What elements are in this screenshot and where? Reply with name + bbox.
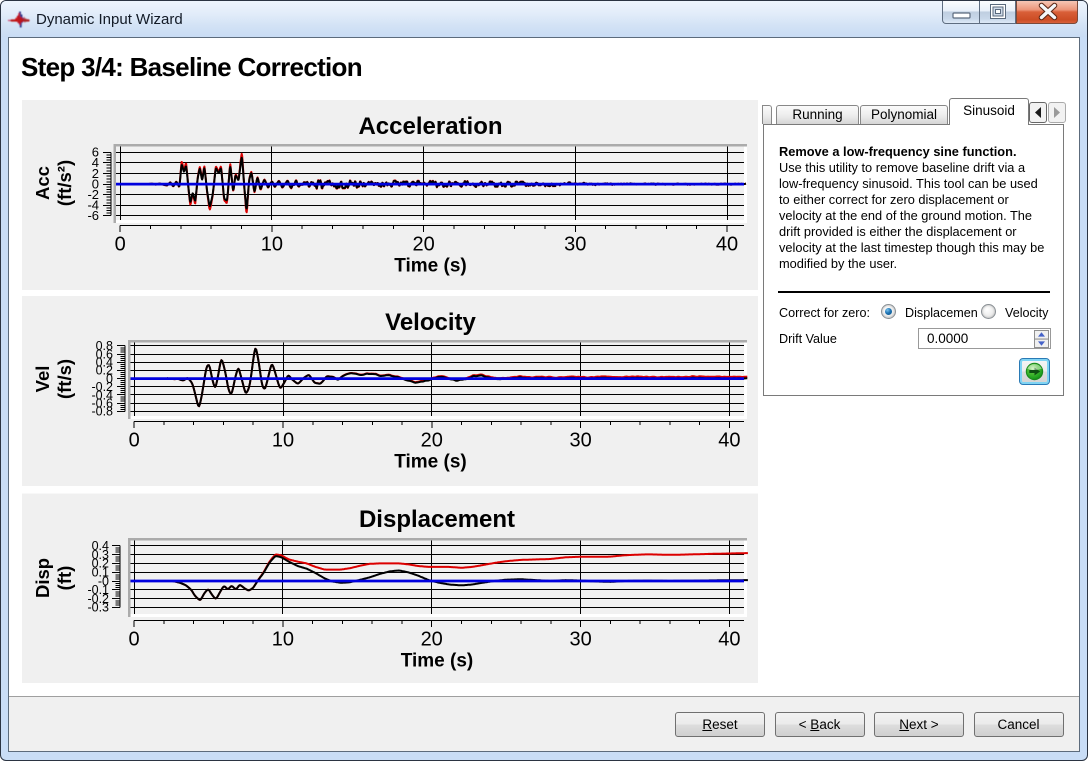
svg-text:30: 30 (569, 430, 591, 452)
svg-text:10: 10 (261, 234, 283, 256)
svg-text:30: 30 (569, 629, 591, 651)
svg-text:40: 40 (718, 430, 740, 452)
svg-text:Time (s): Time (s) (401, 651, 474, 672)
svg-text:Vel: Vel (32, 366, 53, 393)
svg-text:30: 30 (564, 234, 586, 256)
svg-text:Displacement: Displacement (359, 506, 515, 533)
svg-text:10: 10 (272, 430, 294, 452)
svg-text:Acc: Acc (32, 166, 53, 200)
svg-text:Velocity: Velocity (385, 309, 476, 336)
svg-text:20: 20 (421, 629, 443, 651)
svg-text:40: 40 (718, 629, 740, 651)
svg-text:20: 20 (421, 430, 443, 452)
svg-text:(ft/s): (ft/s) (54, 359, 75, 399)
svg-text:(ft): (ft) (54, 566, 75, 591)
svg-text:0: 0 (128, 629, 139, 651)
svg-text:-0.3: -0.3 (87, 601, 109, 615)
svg-text:(ft/s²): (ft/s²) (54, 160, 75, 206)
svg-text:Time (s): Time (s) (394, 452, 467, 473)
svg-text:Disp: Disp (32, 558, 53, 598)
svg-text:Acceleration: Acceleration (358, 113, 502, 140)
svg-text:20: 20 (412, 234, 434, 256)
svg-text:-0.8: -0.8 (91, 405, 113, 419)
svg-text:0: 0 (129, 430, 140, 452)
svg-text:0: 0 (115, 234, 126, 256)
svg-text:10: 10 (272, 629, 294, 651)
svg-text:Time (s): Time (s) (394, 256, 467, 277)
svg-text:-6: -6 (87, 208, 99, 223)
svg-text:40: 40 (716, 234, 738, 256)
